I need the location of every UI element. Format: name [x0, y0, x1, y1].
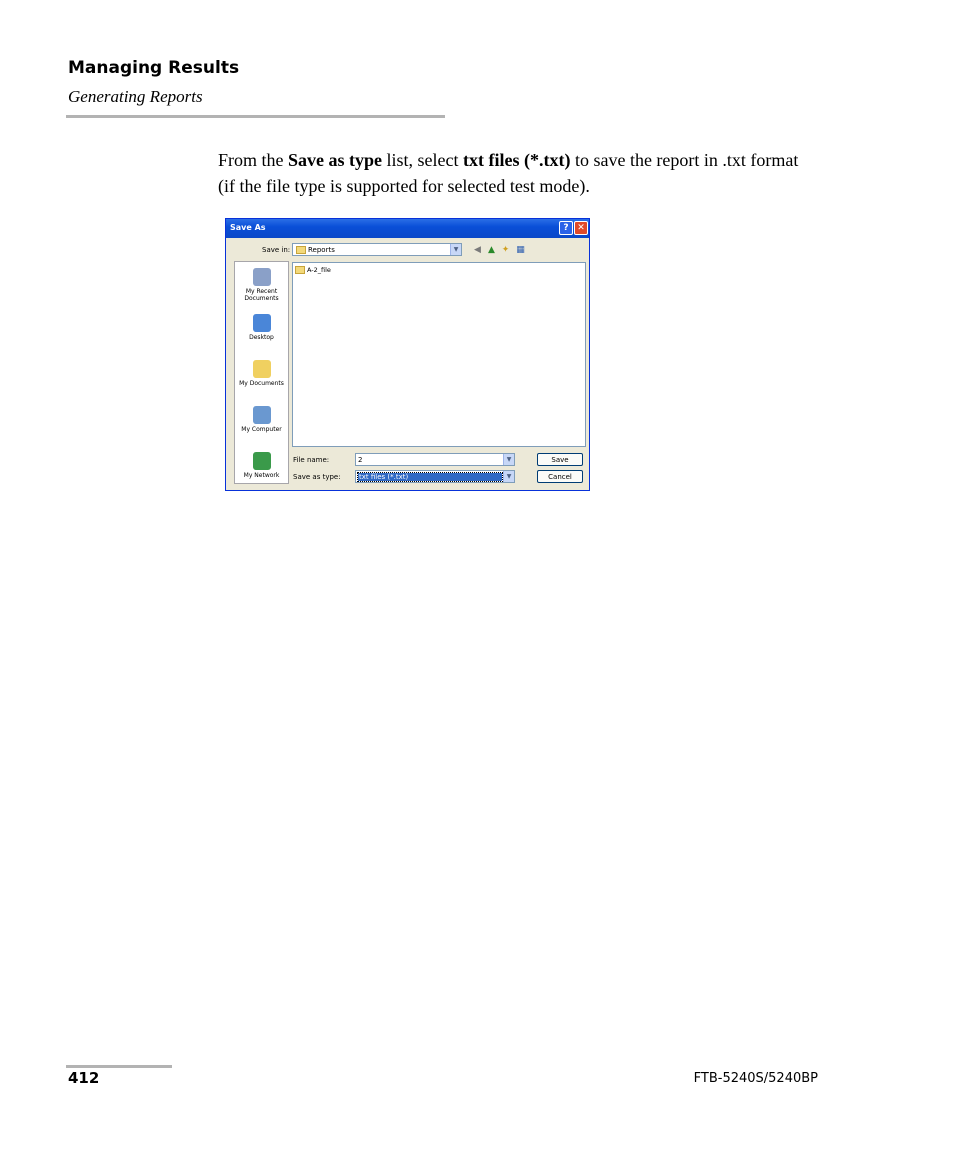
- my-computer-icon: [252, 406, 271, 424]
- section-subtitle: Generating Reports: [68, 87, 203, 106]
- desktop-icon: [252, 314, 271, 332]
- place-label: My Network: [243, 472, 280, 479]
- header-divider: [66, 115, 445, 118]
- place-label: My Recent Documents: [244, 288, 279, 302]
- product-name: FTB-5240S/5240BP: [693, 1071, 818, 1086]
- chevron-down-icon[interactable]: ▼: [450, 244, 461, 255]
- save-in-dropdown[interactable]: Reports ▼: [292, 243, 462, 256]
- place-label: My Documents: [239, 380, 284, 387]
- place-desktop[interactable]: Desktop: [235, 314, 288, 341]
- close-button[interactable]: ✕: [574, 221, 588, 235]
- place-my-documents[interactable]: My Documents: [235, 360, 288, 387]
- up-folder-icon[interactable]: ▲: [486, 244, 497, 255]
- place-my-computer[interactable]: My Computer: [235, 406, 288, 433]
- new-folder-icon[interactable]: ✦: [500, 244, 511, 255]
- section-title: Managing Results: [68, 58, 240, 78]
- my-documents-icon: [252, 360, 271, 378]
- chevron-down-icon[interactable]: ▼: [503, 454, 514, 465]
- dialog-titlebar[interactable]: Save As ? ✕: [226, 219, 589, 238]
- folder-icon: [296, 246, 306, 254]
- chevron-down-icon[interactable]: ▼: [503, 471, 514, 482]
- back-icon[interactable]: ◀: [472, 244, 483, 255]
- cancel-button[interactable]: Cancel: [537, 470, 583, 483]
- instruction-bold-save-as-type: Save as type: [288, 150, 382, 170]
- instruction-bold-txt-files: txt files (*.txt): [462, 150, 571, 170]
- recent-documents-icon: [252, 268, 271, 286]
- save-in-label: Save in:: [262, 246, 291, 254]
- place-my-network[interactable]: My Network: [235, 452, 288, 479]
- file-name: A-2_file: [307, 266, 331, 274]
- places-bar: My Recent Documents Desktop My Documents…: [234, 261, 289, 484]
- help-button[interactable]: ?: [559, 221, 573, 235]
- instruction-text-1: From the: [218, 150, 288, 170]
- dialog-title: Save As: [230, 223, 266, 232]
- my-network-icon: [252, 452, 271, 470]
- place-label: Desktop: [249, 334, 274, 341]
- views-menu-icon[interactable]: ▦: [515, 244, 526, 255]
- place-my-recent-documents[interactable]: My Recent Documents: [235, 268, 288, 302]
- instruction-text-2: list, select: [382, 150, 463, 170]
- save-in-value: Reports: [308, 246, 335, 254]
- file-name-value: 2: [358, 456, 363, 464]
- list-item[interactable]: A-2_file: [295, 266, 331, 274]
- place-label: My Computer: [241, 426, 282, 433]
- instruction-paragraph: From the Save as type list, select txt f…: [218, 147, 818, 199]
- save-as-type-dropdown[interactable]: txt files (*.txt) ▼: [355, 470, 515, 483]
- save-as-dialog: Save As ? ✕ Save in: Reports ▼ ◀ ▲ ✦ ▦ M…: [225, 218, 590, 491]
- folder-icon: [295, 266, 305, 274]
- file-name-input[interactable]: 2 ▼: [355, 453, 515, 466]
- save-button[interactable]: Save: [537, 453, 583, 466]
- save-as-type-label: Save as type:: [293, 473, 341, 481]
- save-as-type-value: txt files (*.txt): [357, 472, 503, 482]
- file-list[interactable]: A-2_file: [292, 262, 586, 447]
- footer-divider: [66, 1065, 172, 1068]
- file-name-label: File name:: [293, 456, 330, 464]
- page-number: 412: [68, 1069, 100, 1087]
